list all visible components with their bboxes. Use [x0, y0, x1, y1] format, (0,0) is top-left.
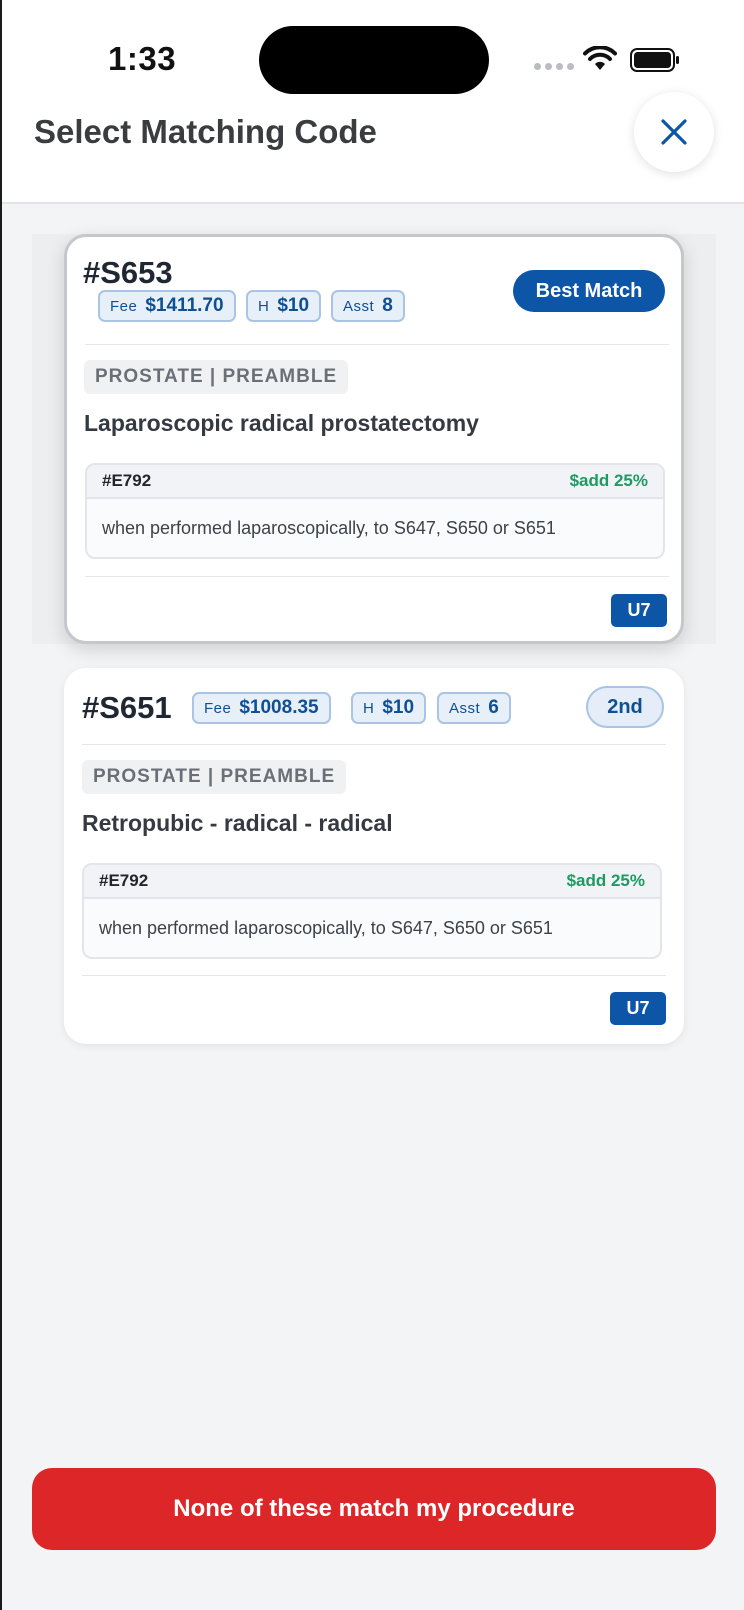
- h-chip-value: $10: [277, 295, 310, 316]
- h-chip-label: H: [363, 699, 375, 717]
- asst-chip-label: Asst: [449, 699, 481, 717]
- divider: [82, 975, 666, 976]
- page-title: Select Matching Code: [34, 113, 377, 150]
- unit-badge: U7: [611, 594, 667, 627]
- procedure-description: Retropubic - radical - radical: [82, 810, 393, 836]
- fee-chip-label: Fee: [204, 699, 232, 717]
- match-code: #S651: [82, 690, 172, 725]
- h-chip-label: H: [258, 297, 270, 315]
- fee-chip-label: Fee: [110, 297, 138, 315]
- fee-chip: Fee $1411.70: [98, 290, 236, 322]
- modifier-add: $add 25%: [566, 871, 645, 890]
- modifier-text: when performed laparoscopically, to S647…: [99, 917, 553, 938]
- unit-badge: U7: [610, 992, 666, 1025]
- category-tag: PROSTATE | PREAMBLE: [84, 360, 349, 394]
- divider: [85, 344, 669, 345]
- h-chip: H $10: [351, 692, 427, 724]
- match-code: #S653: [83, 255, 173, 290]
- asst-chip: Asst 8: [331, 290, 405, 322]
- asst-chip-value: 8: [382, 295, 393, 316]
- h-chip: H $10: [246, 290, 322, 322]
- category-tag: PROSTATE | PREAMBLE: [82, 760, 347, 794]
- match-card-second[interactable]: #S651 Fee $1008.35 H $10 Asst 6 2nd PROS…: [64, 668, 684, 1044]
- best-match-badge: Best Match: [513, 270, 665, 312]
- modifier-code: #E792: [102, 471, 152, 490]
- none-match-button[interactable]: None of these match my procedure: [32, 1468, 716, 1550]
- divider: [85, 576, 669, 577]
- procedure-description: Laparoscopic radical prostatectomy: [84, 410, 479, 436]
- asst-chip: Asst 6: [437, 692, 511, 724]
- header-region: 1:33 Select Matching Code: [2, 0, 744, 204]
- divider: [82, 744, 666, 745]
- battery-icon: [630, 48, 679, 72]
- modifier-text: when performed laparoscopically, to S647…: [102, 517, 556, 538]
- rank-badge: 2nd: [586, 686, 664, 728]
- modifier-box: #E792 $add 25% when performed laparoscop…: [85, 463, 665, 559]
- asst-chip-value: 6: [488, 697, 499, 718]
- cellular-signal-icon: [534, 63, 574, 70]
- close-button[interactable]: [634, 92, 714, 172]
- status-time: 1:33: [108, 40, 177, 77]
- wifi-icon: [583, 46, 617, 70]
- h-chip-value: $10: [382, 697, 415, 718]
- close-icon: [661, 119, 687, 145]
- fee-chip-value: $1008.35: [239, 697, 319, 718]
- match-card-best[interactable]: #S653 Fee $1411.70 H $10 Asst 8 Best Mat…: [64, 234, 684, 644]
- fee-chip-value: $1411.70: [145, 295, 224, 316]
- asst-chip-label: Asst: [343, 297, 375, 315]
- screen: 1:33 Select Matching Code #S653 Fee $141…: [0, 0, 744, 1610]
- modifier-add: $add 25%: [569, 471, 648, 490]
- modifier-code: #E792: [99, 871, 149, 890]
- fee-chip: Fee $1008.35: [192, 692, 331, 724]
- dynamic-island: [259, 26, 489, 94]
- modifier-box: #E792 $add 25% when performed laparoscop…: [82, 863, 662, 959]
